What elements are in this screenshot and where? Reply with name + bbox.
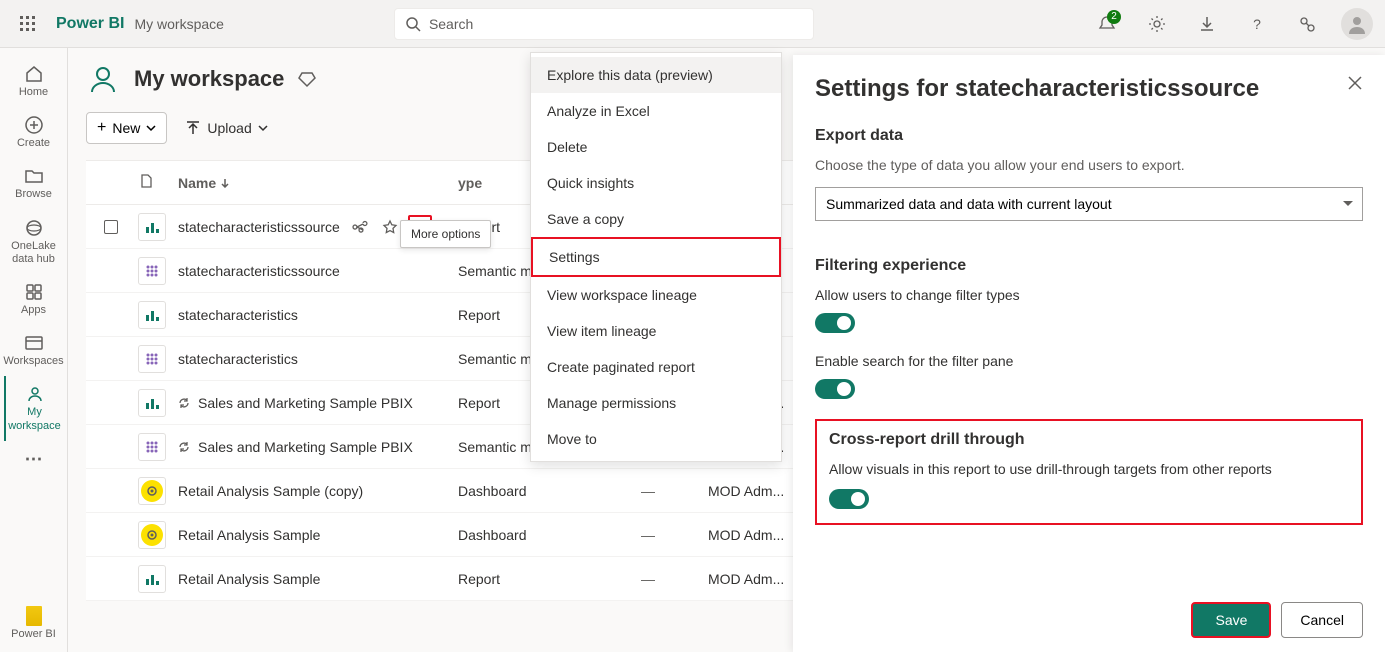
menu-item-lineage[interactable]: View item lineage: [531, 313, 781, 349]
download-icon[interactable]: [1191, 8, 1223, 40]
menu-permissions[interactable]: Manage permissions: [531, 385, 781, 421]
menu-workspace-lineage[interactable]: View workspace lineage: [531, 277, 781, 313]
feedback-icon[interactable]: [1291, 8, 1323, 40]
item-type-icon: [138, 389, 178, 417]
item-type-icon: [138, 433, 178, 461]
cross-description: Allow visuals in this report to use dril…: [829, 461, 1349, 477]
item-type: Dashboard: [458, 527, 588, 543]
menu-paginated[interactable]: Create paginated report: [531, 349, 781, 385]
export-heading: Export data: [815, 127, 1363, 145]
item-name[interactable]: statecharacteristics: [178, 307, 458, 323]
item-type-icon: [138, 477, 178, 505]
nav-footer: Power BI: [4, 594, 64, 652]
cross-report-section: Cross-report drill through Allow visuals…: [815, 419, 1363, 525]
premium-diamond-icon: [298, 70, 316, 88]
workspace-icon: [86, 62, 120, 96]
menu-move[interactable]: Move to: [531, 421, 781, 457]
nav-browse[interactable]: Browse: [4, 158, 64, 209]
search-icon: [405, 16, 421, 32]
item-type-icon: [138, 257, 178, 285]
item-type-icon: [138, 213, 178, 241]
item-name[interactable]: Retail Analysis Sample (copy): [178, 483, 458, 499]
item-name[interactable]: statecharacteristics: [178, 351, 458, 367]
menu-quick-insights[interactable]: Quick insights: [531, 165, 781, 201]
item-name[interactable]: Retail Analysis Sample: [178, 527, 458, 543]
filter-search-label: Enable search for the filter pane: [815, 353, 1363, 369]
nav-onelake[interactable]: OneLake data hub: [4, 210, 64, 274]
chevron-down-icon: [146, 123, 156, 133]
upload-button[interactable]: Upload: [185, 120, 267, 136]
export-description: Choose the type of data you allow your e…: [815, 157, 1363, 173]
context-menu: Explore this data (preview) Analyze in E…: [530, 52, 782, 462]
item-type-icon: [138, 345, 178, 373]
filter-search-toggle[interactable]: [815, 379, 855, 399]
item-type-icon: [138, 301, 178, 329]
item-name[interactable]: statecharacteristicssource: [178, 263, 458, 279]
menu-settings[interactable]: Settings: [531, 237, 781, 277]
avatar[interactable]: [1341, 8, 1373, 40]
settings-gear-icon[interactable]: [1141, 8, 1173, 40]
share-icon[interactable]: [348, 215, 372, 239]
menu-analyze[interactable]: Analyze in Excel: [531, 93, 781, 129]
more-options-tooltip: More options: [400, 220, 491, 248]
item-type-icon: [138, 565, 178, 593]
sort-down-icon: [220, 178, 230, 188]
item-name[interactable]: Retail Analysis Sample: [178, 571, 458, 587]
svg-text:?: ?: [1253, 16, 1261, 32]
filter-types-label: Allow users to change filter types: [815, 287, 1363, 303]
nav-home[interactable]: Home: [4, 56, 64, 107]
cross-heading: Cross-report drill through: [829, 431, 1349, 449]
search-placeholder: Search: [429, 16, 473, 32]
breadcrumb[interactable]: My workspace: [134, 16, 223, 32]
item-col-a: —: [588, 483, 708, 499]
cross-report-toggle[interactable]: [829, 489, 869, 509]
item-col-a: —: [588, 571, 708, 587]
nav-my-workspace[interactable]: My workspace: [4, 376, 64, 440]
nav-more[interactable]: ⋯: [4, 441, 64, 479]
notifications-icon[interactable]: 2: [1091, 8, 1123, 40]
column-name[interactable]: Name: [178, 175, 458, 191]
row-checkbox[interactable]: [104, 220, 118, 234]
header-actions: 2 ?: [1091, 8, 1373, 40]
top-header: Power BI My workspace Search 2 ?: [0, 0, 1385, 48]
save-button[interactable]: Save: [1191, 602, 1271, 638]
panel-title: Settings for statecharacteristicssource: [815, 75, 1363, 103]
new-button[interactable]: + New: [86, 112, 167, 144]
left-nav: Home Create Browse OneLake data hub Apps…: [0, 48, 68, 652]
item-col-a: —: [588, 527, 708, 543]
nav-workspaces[interactable]: Workspaces: [4, 325, 64, 376]
filter-types-toggle[interactable]: [815, 313, 855, 333]
item-name[interactable]: Sales and Marketing Sample PBIX: [178, 395, 458, 411]
page-title: My workspace: [134, 66, 284, 92]
settings-panel: Settings for statecharacteristicssource …: [793, 55, 1385, 652]
notification-badge: 2: [1107, 10, 1121, 24]
item-name[interactable]: Sales and Marketing Sample PBIX: [178, 439, 458, 455]
powerbi-logo-icon: [26, 606, 42, 626]
cancel-button[interactable]: Cancel: [1281, 602, 1363, 638]
item-type: Dashboard: [458, 483, 588, 499]
chevron-down-icon: [258, 123, 268, 133]
menu-save-copy[interactable]: Save a copy: [531, 201, 781, 237]
item-type: Report: [458, 571, 588, 587]
nav-create[interactable]: Create: [4, 107, 64, 158]
brand-label[interactable]: Power BI: [56, 15, 124, 33]
search-input[interactable]: Search: [394, 8, 814, 40]
menu-explore[interactable]: Explore this data (preview): [531, 57, 781, 93]
close-icon[interactable]: [1347, 75, 1363, 94]
filter-heading: Filtering experience: [815, 257, 1363, 275]
app-launcher-icon[interactable]: [12, 8, 44, 40]
item-type-icon: [138, 521, 178, 549]
nav-apps[interactable]: Apps: [4, 274, 64, 325]
menu-delete[interactable]: Delete: [531, 129, 781, 165]
panel-footer: Save Cancel: [1191, 602, 1363, 638]
star-icon[interactable]: [378, 215, 402, 239]
help-icon[interactable]: ?: [1241, 8, 1273, 40]
export-select[interactable]: Summarized data and data with current la…: [815, 187, 1363, 221]
file-icon[interactable]: [138, 173, 178, 192]
